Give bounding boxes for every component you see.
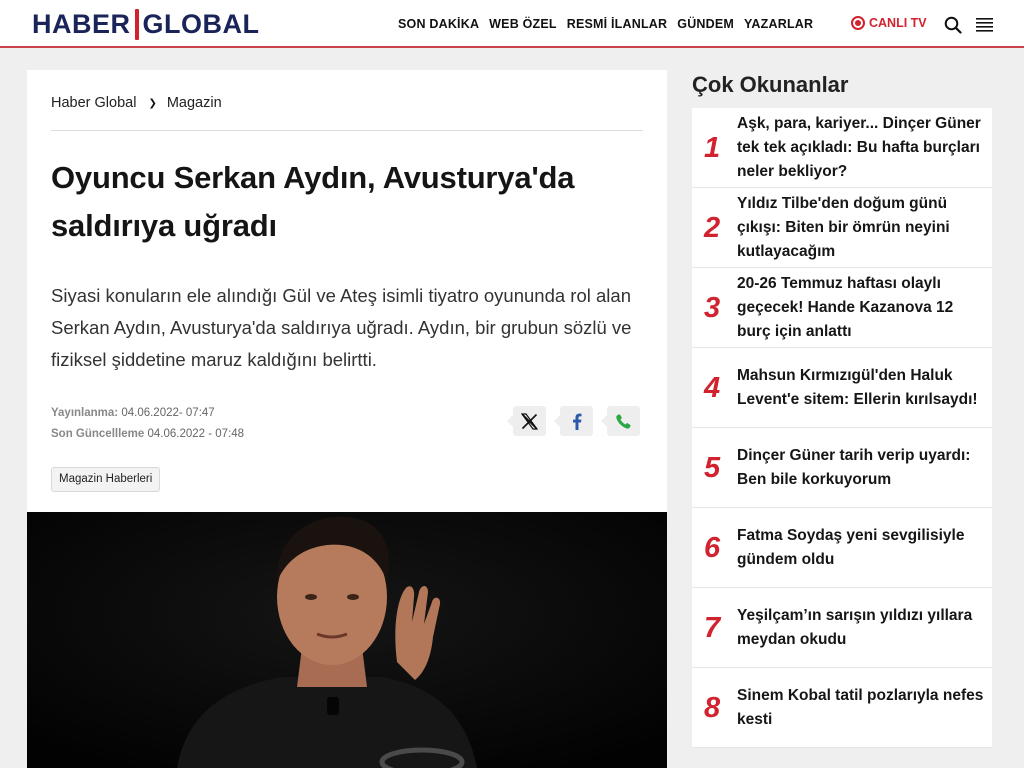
most-read-item[interactable]: 7 Yeşilçam’ın sarışın yıldızı yıllara me… <box>692 588 992 668</box>
logo-text-haber: HABER <box>32 9 131 39</box>
most-read-headline[interactable]: Sinem Kobal tatil pozlarıyla nefes kesti <box>737 668 985 748</box>
nav-yazarlar[interactable]: YAZARLAR <box>744 17 813 31</box>
tag-chip[interactable]: Magazin Haberleri <box>51 467 161 492</box>
most-read-item[interactable]: 3 20-26 Temmuz haftası olaylı geçecek! H… <box>692 268 992 348</box>
most-read-heading: Çok Okunanlar <box>692 72 849 97</box>
published-row: Yayınlanma: 04.06.2022- 07:47 <box>51 403 244 424</box>
rank-number: 7 <box>704 611 721 644</box>
most-read-headline[interactable]: Yıldız Tilbe'den doğum günü çıkışı: Bite… <box>737 188 985 268</box>
most-read-item[interactable]: 8 Sinem Kobal tatil pozlarıyla nefes kes… <box>692 668 992 748</box>
share-facebook-button[interactable] <box>554 406 593 436</box>
nav-gundem[interactable]: GÜNDEM <box>677 17 734 31</box>
site-header: HABER GLOBAL SON DAKİKA WEB ÖZEL RESMİ İ… <box>0 0 1024 48</box>
logo-separator <box>134 9 139 40</box>
breadcrumb-category[interactable]: Magazin <box>167 95 222 111</box>
article-hero-image <box>27 512 667 768</box>
most-read-headline[interactable]: Fatma Soydaş yeni sevgilisiyle gündem ol… <box>737 508 985 588</box>
most-read-item[interactable]: 6 Fatma Soydaş yeni sevgilisiyle gündem … <box>692 508 992 588</box>
rank-number: 4 <box>704 371 721 404</box>
rank-number: 2 <box>704 211 721 244</box>
most-read-item[interactable]: 2 Yıldız Tilbe'den doğum günü çıkışı: Bi… <box>692 188 992 268</box>
facebook-icon <box>572 413 581 430</box>
live-record-icon <box>851 16 865 30</box>
share-x-button[interactable] <box>507 406 546 436</box>
divider <box>51 130 643 131</box>
main-nav: SON DAKİKA WEB ÖZEL RESMİ İLANLAR GÜNDEM… <box>398 17 823 31</box>
article-summary: Siyasi konuların ele alındığı Gül ve Ate… <box>51 285 632 370</box>
most-read-item[interactable]: 5 Dinçer Güner tarih verip uyardı: Ben b… <box>692 428 992 508</box>
breadcrumb-home[interactable]: Haber Global <box>51 95 136 111</box>
rank-number: 6 <box>704 531 721 564</box>
logo-text-global: GLOBAL <box>142 9 260 39</box>
published-value: 04.06.2022- 07:47 <box>121 407 215 419</box>
whatsapp-phone-icon <box>616 413 631 429</box>
most-read-headline[interactable]: Mahsun Kırmızıgül'den Haluk Levent'e sit… <box>737 348 985 428</box>
article-dates: Yayınlanma: 04.06.2022- 07:47 Son Güncel… <box>51 403 244 445</box>
most-read-headline[interactable]: Aşk, para, kariyer... Dinçer Güner tek t… <box>737 108 985 188</box>
nav-web-ozel[interactable]: WEB ÖZEL <box>489 17 557 31</box>
site-logo[interactable]: HABER GLOBAL <box>32 9 260 40</box>
most-read-headline[interactable]: Dinçer Güner tarih verip uyardı: Ben bil… <box>737 428 985 508</box>
live-tv-label: CANLI TV <box>869 16 927 30</box>
x-twitter-icon <box>521 412 538 430</box>
published-label: Yayınlanma: <box>51 407 119 419</box>
rank-number: 5 <box>704 451 721 484</box>
share-whatsapp-button[interactable] <box>601 406 640 436</box>
updated-label: Son Güncellleme <box>51 428 145 440</box>
share-buttons <box>507 406 640 436</box>
updated-row: Son Güncellleme 04.06.2022 - 07:48 <box>51 424 244 445</box>
most-read-list: 1 Aşk, para, kariyer... Dinçer Güner tek… <box>692 108 992 748</box>
live-tv-link[interactable]: CANLI TV <box>851 16 927 30</box>
actor-photo-illustration <box>27 512 667 768</box>
most-read-item[interactable]: 4 Mahsun Kırmızıgül'den Haluk Levent'e s… <box>692 348 992 428</box>
most-read-headline[interactable]: Yeşilçam’ın sarışın yıldızı yıllara meyd… <box>737 588 985 668</box>
search-icon[interactable] <box>944 16 962 34</box>
article-title: Oyuncu Serkan Aydın, Avusturya'da saldır… <box>51 160 575 243</box>
breadcrumb: Haber Global ❯ Magazin <box>51 95 222 111</box>
hamburger-menu-icon[interactable] <box>976 17 993 32</box>
updated-value: 04.06.2022 - 07:48 <box>147 428 245 440</box>
chevron-right-icon: ❯ <box>148 97 157 109</box>
nav-son-dakika[interactable]: SON DAKİKA <box>398 17 479 31</box>
rank-number: 1 <box>704 131 721 164</box>
article-card: Haber Global ❯ Magazin Oyuncu Serkan Ayd… <box>27 70 667 768</box>
rank-number: 3 <box>704 291 721 324</box>
most-read-headline[interactable]: 20-26 Temmuz haftası olaylı geçecek! Han… <box>737 268 985 348</box>
rank-number: 8 <box>704 691 721 724</box>
most-read-item[interactable]: 1 Aşk, para, kariyer... Dinçer Güner tek… <box>692 108 992 188</box>
nav-resmi-ilanlar[interactable]: RESMİ İLANLAR <box>567 17 668 31</box>
